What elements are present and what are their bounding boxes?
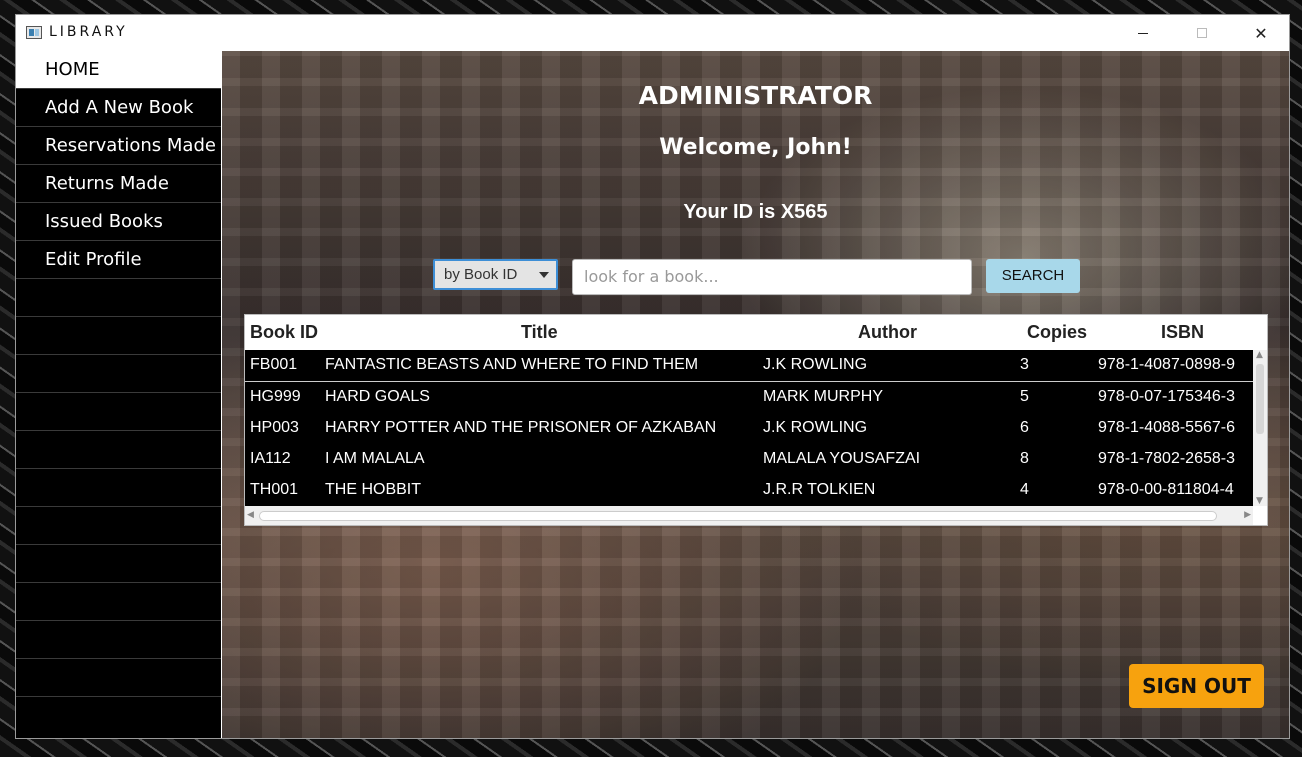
sidebar-empty-slot [16,621,221,659]
page-title: ADMINISTRATOR [638,81,873,110]
user-id-text: Your ID is X565 [683,201,828,223]
cell-title: HARRY POTTER AND THE PRISONER OF AZKABAN [325,419,717,436]
sidebar-item-returns[interactable]: Returns Made [16,165,221,203]
sidebar-item-edit-profile[interactable]: Edit Profile [16,241,221,279]
sidebar-empty-slot [16,355,221,393]
sidebar-item-home[interactable]: HOME [16,51,221,89]
cell-isbn: 978-1-7802-2658-3 [1098,450,1235,467]
cell-book-id: HP003 [250,419,299,436]
cell-author: MARK MURPHY [763,388,884,405]
search-button[interactable]: SEARCH [986,259,1080,293]
sidebar-item-issued-books[interactable]: Issued Books [16,203,221,241]
cell-copies: 3 [1020,356,1029,373]
sidebar-empty-slot [16,469,221,507]
cell-isbn: 978-0-07-175346-3 [1098,388,1235,405]
table-row[interactable]: HG999 HARD GOALS MARK MURPHY 5 978-0-07-… [245,382,1253,413]
minimize-button[interactable] [1120,15,1166,51]
scroll-up-icon[interactable]: ▲ [1256,350,1263,360]
cell-copies: 8 [1020,450,1029,467]
cell-title: FANTASTIC BEASTS AND WHERE TO FIND THEM [325,356,699,373]
cell-author: J.K ROWLING [763,356,868,373]
vertical-scroll-thumb[interactable] [1256,364,1264,434]
close-button[interactable]: ✕ [1238,15,1284,51]
column-header-author[interactable]: Author [858,322,917,343]
sidebar: HOME Add A New Book Reservations Made Re… [16,51,221,738]
window-title: LIBRARY [49,24,128,40]
sidebar-empty-slot [16,659,221,697]
cell-author: J.R.R TOLKIEN [763,481,876,498]
sidebar-empty-slot [16,431,221,469]
chevron-down-icon [539,272,549,278]
table-header: Book ID Title Author Copies ISBN [245,315,1267,349]
minimize-icon [1138,32,1148,34]
sidebar-empty-slot [16,317,221,355]
app-window: LIBRARY ✕ HOME Add A New Book Reservatio… [15,14,1290,739]
cell-title: I AM MALALA [325,450,425,467]
horizontal-scrollbar[interactable]: ◀ ▶ [245,506,1253,525]
close-icon: ✕ [1254,23,1268,43]
search-filter-value: by Book ID [444,266,518,283]
vertical-scrollbar[interactable]: ▲ ▼ [1253,350,1267,506]
table-row[interactable]: IA112 I AM MALALA MALALA YOUSAFZAI 8 978… [245,444,1253,475]
table-body: FB001 FANTASTIC BEASTS AND WHERE TO FIND… [245,350,1253,506]
sidebar-item-reservations[interactable]: Reservations Made [16,127,221,165]
table-row[interactable]: TH001 THE HOBBIT J.R.R TOLKIEN 4 978-0-0… [245,475,1253,506]
cell-author: MALALA YOUSAFZAI [763,450,921,467]
sidebar-empty-slot [16,583,221,621]
cell-title: HARD GOALS [325,388,430,405]
main-panel: ADMINISTRATOR Welcome, John! Your ID is … [222,51,1289,738]
cell-title: THE HOBBIT [325,481,422,498]
horizontal-scroll-thumb[interactable] [259,511,1217,521]
cell-book-id: FB001 [250,356,298,373]
sidebar-empty-slot [16,507,221,545]
scroll-right-icon[interactable]: ▶ [1244,510,1251,520]
table-row[interactable]: FB001 FANTASTIC BEASTS AND WHERE TO FIND… [245,350,1253,382]
cell-author: J.K ROWLING [763,419,868,436]
maximize-icon [1197,28,1207,38]
sign-out-button[interactable]: SIGN OUT [1129,664,1264,708]
scroll-down-icon[interactable]: ▼ [1256,496,1263,506]
table-row[interactable]: HP003 HARRY POTTER AND THE PRISONER OF A… [245,413,1253,444]
app-icon [26,26,42,39]
maximize-button[interactable] [1179,15,1225,51]
cell-book-id: TH001 [250,481,299,498]
title-bar: LIBRARY ✕ [16,15,1289,51]
cell-isbn: 978-1-4087-0898-9 [1098,356,1235,373]
search-filter-select[interactable]: by Book ID [433,259,558,290]
cell-book-id: IA112 [250,450,291,467]
sidebar-empty-slot [16,393,221,431]
sidebar-empty-slot [16,545,221,583]
search-input[interactable]: look for a book... [572,259,972,295]
cell-isbn: 978-1-4088-5567-6 [1098,419,1235,436]
sidebar-empty-slot [16,279,221,317]
column-header-copies[interactable]: Copies [1027,322,1087,343]
sidebar-item-add-book[interactable]: Add A New Book [16,89,221,127]
welcome-message: Welcome, John! [659,135,852,160]
column-header-title[interactable]: Title [521,322,558,343]
cell-copies: 6 [1020,419,1029,436]
scroll-left-icon[interactable]: ◀ [247,510,254,520]
cell-copies: 4 [1020,481,1029,498]
column-header-book-id[interactable]: Book ID [250,322,318,343]
cell-isbn: 978-0-00-811804-4 [1098,481,1234,498]
column-header-isbn[interactable]: ISBN [1161,322,1204,343]
cell-book-id: HG999 [250,388,301,405]
books-table: Book ID Title Author Copies ISBN FB001 F… [244,314,1268,526]
cell-copies: 5 [1020,388,1029,405]
